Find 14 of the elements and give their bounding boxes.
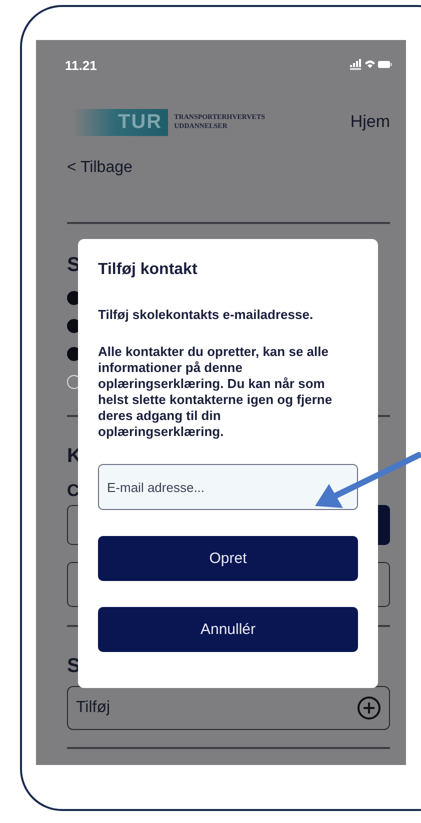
add-field-text: Tilføj xyxy=(76,699,110,717)
status-icons xyxy=(350,59,392,71)
field-label: C xyxy=(67,481,80,501)
back-link[interactable]: < Tilbage xyxy=(67,159,390,177)
action-button[interactable] xyxy=(378,505,390,545)
dialog-message: Alle kontakter du opretter, kan se alle informationer på denne oplæringserklæring. Du kan når som helst slette kontakterne igen og fjerne deres adgang til din oplæringserklæring. xyxy=(98,344,334,440)
dialog-title: Tilføj kontakt xyxy=(98,261,198,279)
dialog-subtitle: Tilføj skolekontakts e-mailadresse. xyxy=(98,307,314,322)
dialog-button[interactable]: Opret xyxy=(98,536,358,581)
plus-circle-icon[interactable] xyxy=(357,696,381,720)
status-time: 11.21 xyxy=(65,58,97,72)
email-field[interactable]: E-mail adresse... xyxy=(98,464,358,510)
dialog-button[interactable]: Annullér xyxy=(98,607,358,652)
home-link[interactable]: Hjem xyxy=(350,112,390,132)
